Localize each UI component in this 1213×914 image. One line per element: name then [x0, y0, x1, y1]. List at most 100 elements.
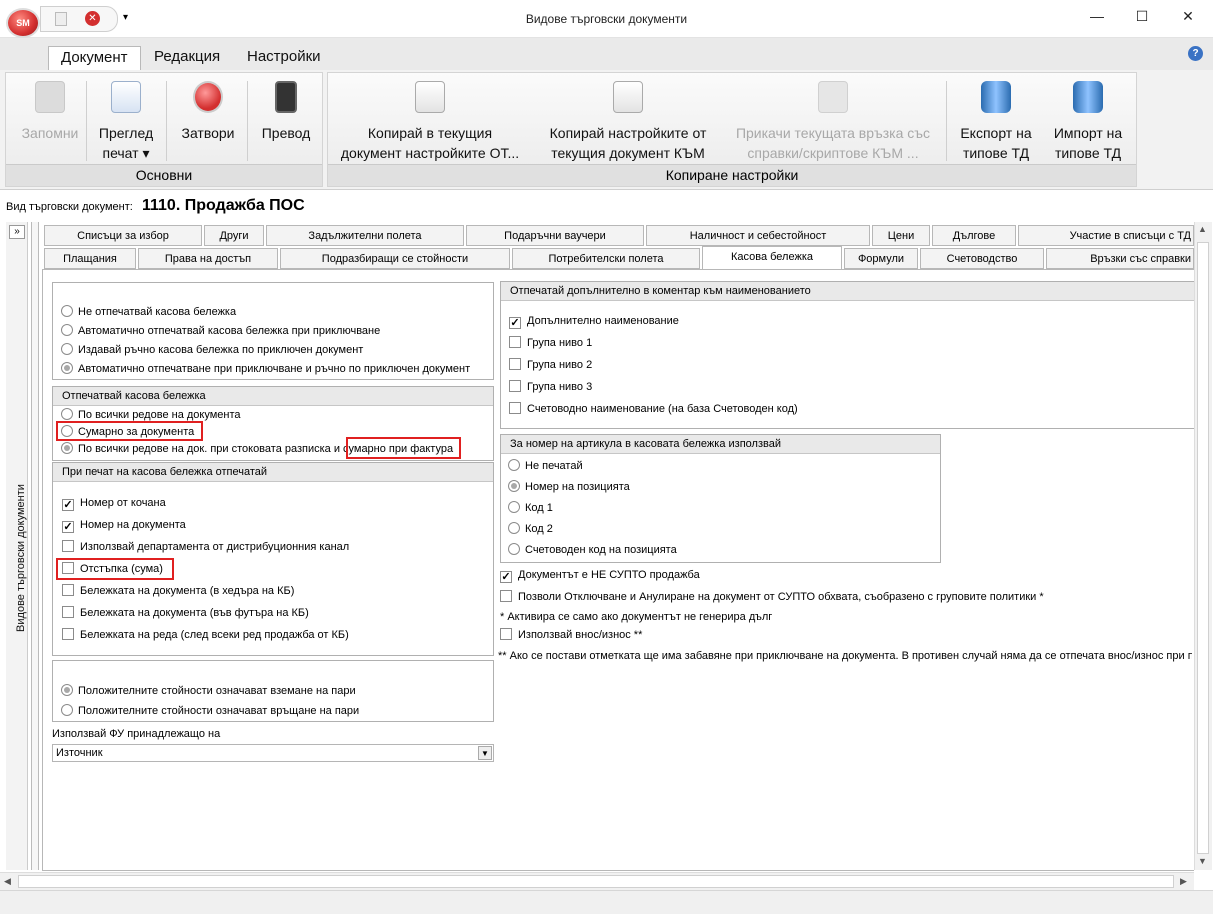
radio-button-selected[interactable]: [508, 480, 520, 492]
scroll-down-icon[interactable]: ▼: [1198, 856, 1207, 866]
tab-other[interactable]: Други: [204, 225, 264, 246]
scroll-right-icon[interactable]: ▶: [1180, 876, 1187, 887]
tab-access-rights[interactable]: Права на достъп: [138, 248, 278, 269]
tab-prices[interactable]: Цени: [872, 225, 930, 246]
tab-formulas[interactable]: Формули: [844, 248, 918, 269]
minimize-button[interactable]: —: [1082, 8, 1112, 28]
radio-button[interactable]: [508, 459, 520, 471]
checkbox[interactable]: [62, 606, 74, 618]
article-option[interactable]: Номер на позицията: [508, 479, 630, 497]
article-option[interactable]: Код 1: [508, 500, 553, 518]
close-doc-button[interactable]: Затвори: [170, 77, 246, 143]
tab-settings[interactable]: Настройки: [235, 46, 333, 70]
print-item[interactable]: ✓ Номер от кочана: [62, 495, 166, 513]
translate-button[interactable]: Превод: [250, 77, 322, 143]
print-mode-option[interactable]: Автоматично отпечатване при приключване …: [61, 361, 470, 379]
maximize-button[interactable]: ☐: [1127, 8, 1157, 28]
print-item[interactable]: Бележката на документа (в хедъра на КБ): [62, 583, 294, 601]
tab-required-fields[interactable]: Задължителни полета: [266, 225, 464, 246]
checkbox[interactable]: [509, 336, 521, 348]
checkbox-checked[interactable]: ✓: [62, 521, 74, 533]
tab-default-values[interactable]: Подразбиращи се стойности: [280, 248, 510, 269]
remember-button[interactable]: Запомни: [10, 77, 90, 143]
horizontal-scrollbar[interactable]: ◀ ▶: [0, 872, 1194, 890]
checkbox[interactable]: [509, 358, 521, 370]
checkbox-checked[interactable]: ✓: [62, 499, 74, 511]
print-mode-option[interactable]: Автоматично отпечатвай касова бележка пр…: [61, 323, 380, 341]
expand-panel-icon[interactable]: »: [9, 225, 25, 239]
values-option[interactable]: Положителните стойности означават вземан…: [61, 683, 356, 701]
radio-button-selected[interactable]: [61, 684, 73, 696]
checkbox-checked[interactable]: ✓: [500, 571, 512, 583]
print-mode-option[interactable]: Издавай ръчно касова бележка по приключе…: [61, 342, 363, 360]
extra-item[interactable]: Група ниво 3: [509, 379, 592, 397]
print-item[interactable]: ✓ Номер на документа: [62, 517, 186, 535]
checkbox[interactable]: [509, 380, 521, 392]
radio-button[interactable]: [508, 543, 520, 555]
article-option[interactable]: Не печатай: [508, 458, 583, 476]
tab-document[interactable]: Документ: [48, 46, 141, 70]
radio-button[interactable]: [61, 305, 73, 317]
tab-selection-lists[interactable]: Списъци за избор: [44, 225, 202, 246]
checkbox[interactable]: [500, 628, 512, 640]
scroll-left-icon[interactable]: ◀: [4, 876, 11, 887]
radio-button[interactable]: [61, 343, 73, 355]
radio-button[interactable]: [61, 704, 73, 716]
radio-button[interactable]: [61, 324, 73, 336]
option-label: Автоматично отпечатвай касова бележка пр…: [78, 325, 381, 337]
article-option[interactable]: Счетоводен код на позицията: [508, 542, 677, 560]
chevron-down-icon[interactable]: ▼: [478, 746, 492, 760]
copy-into-button[interactable]: Копирай в текущия документ настройките О…: [332, 77, 528, 163]
radio-button[interactable]: [61, 408, 73, 420]
checkbox[interactable]: [500, 590, 512, 602]
import-types-button[interactable]: Импорт на типове ТД: [1042, 77, 1134, 163]
checkbox[interactable]: [62, 628, 74, 640]
vertical-scrollbar[interactable]: ▲ ▼: [1194, 222, 1212, 870]
close-button[interactable]: ✕: [1173, 8, 1203, 28]
extra-item[interactable]: Група ниво 1: [509, 335, 592, 353]
tab-gift-vouchers[interactable]: Подаръчни ваучери: [466, 225, 644, 246]
radio-button-selected[interactable]: [61, 442, 73, 454]
article-option[interactable]: Код 2: [508, 521, 553, 539]
radio-button[interactable]: [508, 522, 520, 534]
preview-print-button[interactable]: Преглед печат ▾: [90, 77, 162, 163]
extra-item[interactable]: Група ниво 2: [509, 357, 592, 375]
extra-item[interactable]: Счетоводно наименование (на база Счетово…: [509, 401, 798, 419]
fu-select[interactable]: Източник ▼: [52, 744, 494, 762]
item-label: Позволи Отключване и Анулиране на докуме…: [518, 591, 1044, 603]
radio-button[interactable]: [508, 501, 520, 513]
tab-user-fields[interactable]: Потребителски полета: [512, 248, 700, 269]
tab-list-participation[interactable]: Участие в списъци с ТД: [1018, 225, 1194, 246]
tab-report-links[interactable]: Връзки със справки: [1046, 248, 1194, 269]
attach-link-button[interactable]: Прикачи текущата връзка със справки/скри…: [724, 77, 942, 163]
side-panel[interactable]: » Видове търговски документи: [6, 222, 28, 870]
scroll-thumb[interactable]: [18, 875, 1174, 888]
tab-receipt[interactable]: Касова бележка: [702, 246, 842, 270]
splitter[interactable]: [31, 222, 39, 870]
checkbox[interactable]: [509, 402, 521, 414]
not-supto-checkbox[interactable]: ✓ Документът е НЕ СУПТО продажба: [500, 567, 700, 585]
print-item[interactable]: Бележката на реда (след всеки ред продаж…: [62, 627, 349, 645]
tab-payments[interactable]: Плащания: [44, 248, 136, 269]
values-option[interactable]: Положителните стойности означават връщан…: [61, 703, 359, 721]
radio-button-selected[interactable]: [61, 362, 73, 374]
scroll-thumb[interactable]: [1197, 242, 1209, 854]
tab-accounting[interactable]: Счетоводство: [920, 248, 1044, 269]
extra-item[interactable]: ✓ Допълнително наименование: [509, 313, 679, 331]
allow-unlock-checkbox[interactable]: Позволи Отключване и Анулиране на докуме…: [500, 589, 1044, 607]
export-types-button[interactable]: Експорт на типове ТД: [950, 77, 1042, 163]
print-item[interactable]: Бележката на документа (във футъра на КБ…: [62, 605, 309, 623]
tab-availability[interactable]: Наличност и себестойност: [646, 225, 870, 246]
tab-debts[interactable]: Дългове: [932, 225, 1016, 246]
in-out-checkbox[interactable]: Използвай внос/износ **: [500, 627, 642, 645]
print-mode-option[interactable]: Не отпечатвай касова бележка: [61, 304, 236, 322]
checkbox-checked[interactable]: ✓: [509, 317, 521, 329]
help-icon[interactable]: ?: [1188, 46, 1203, 61]
print-item[interactable]: Използвай департамента от дистрибуционни…: [62, 539, 349, 557]
checkbox[interactable]: [62, 540, 74, 552]
checkbox[interactable]: [62, 584, 74, 596]
copy-to-button[interactable]: Копирай настройките от текущия документ …: [534, 77, 722, 163]
tab-edit[interactable]: Редакция: [142, 46, 232, 70]
import-db-icon: [1073, 81, 1103, 113]
scroll-up-icon[interactable]: ▲: [1198, 224, 1207, 234]
